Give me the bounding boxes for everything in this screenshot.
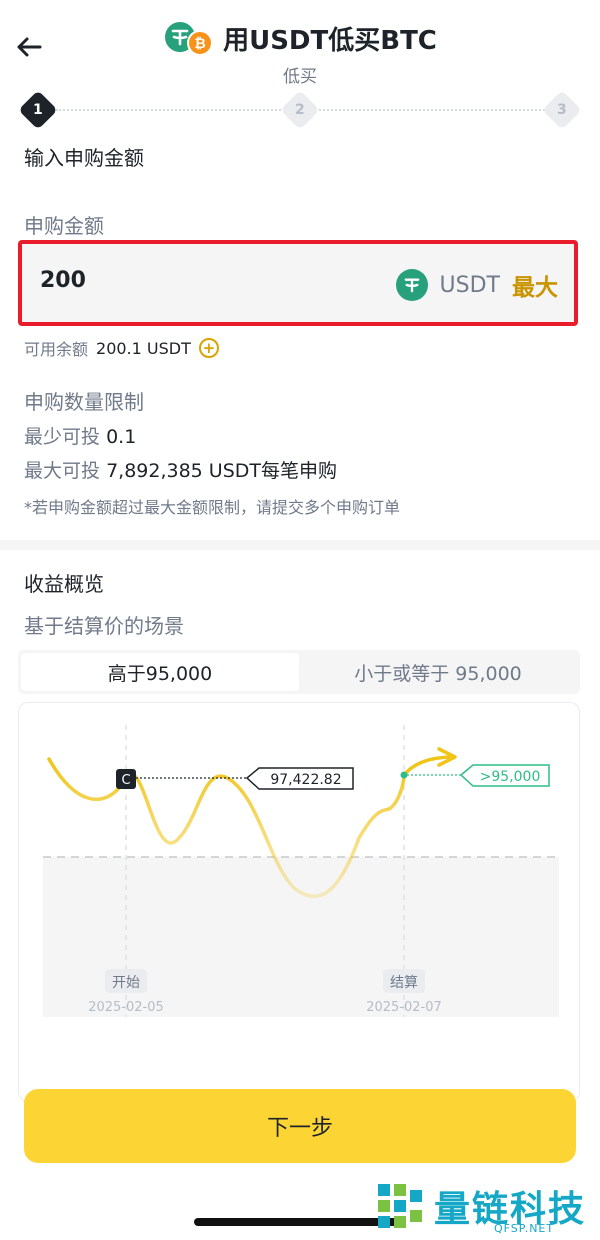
step-2: 2 bbox=[280, 90, 320, 130]
header: ₿ 用USDT低买BTC 低买 bbox=[0, 0, 600, 90]
amount-input[interactable] bbox=[40, 268, 260, 293]
usdt-icon bbox=[395, 269, 428, 301]
max-limit: 最大可投 7,892,385 USDT每笔申购 bbox=[24, 460, 338, 482]
watermark: 量链科技 QFSP.NET bbox=[374, 1180, 596, 1238]
yield-title: 收益概览 bbox=[24, 572, 104, 596]
page-subtitle: 低买 bbox=[283, 67, 317, 87]
add-funds-icon[interactable]: + bbox=[198, 338, 219, 358]
title-block: ₿ 用USDT低买BTC 低买 bbox=[0, 18, 600, 87]
current-marker-label: C bbox=[121, 773, 130, 788]
chart-svg: C 97,422.82 >95,000 开始 2025-02-05 结算 202… bbox=[43, 725, 559, 1017]
scenario-tabs: 高于95,000 小于或等于 95,000 bbox=[18, 650, 580, 694]
watermark-logo-icon bbox=[378, 1184, 422, 1228]
start-date: 2025-02-05 bbox=[88, 1000, 164, 1015]
tab-above[interactable]: 高于95,000 bbox=[21, 653, 299, 691]
section-divider bbox=[0, 540, 600, 550]
step-1: 1 bbox=[18, 90, 58, 130]
stepper: 1 2 3 bbox=[18, 90, 582, 130]
btc-coin-icon: ₿ bbox=[187, 30, 214, 56]
watermark-sub: QFSP.NET bbox=[494, 1222, 555, 1235]
amount-label: 申购金额 bbox=[24, 214, 104, 238]
target-callout-label: >95,000 bbox=[480, 769, 541, 785]
balance-row: 可用余额 200.1 USDT + bbox=[24, 336, 219, 360]
balance-label: 可用余额 bbox=[24, 340, 89, 359]
yield-subtitle: 基于结算价的场景 bbox=[24, 614, 184, 638]
projection-line bbox=[402, 755, 451, 777]
start-label: 开始 bbox=[112, 975, 140, 991]
coin-pair-icon: ₿ bbox=[163, 18, 215, 58]
input-section-title: 输入申购金额 bbox=[24, 146, 144, 170]
end-date: 2025-02-07 bbox=[366, 1000, 442, 1015]
step-3: 3 bbox=[542, 90, 582, 130]
max-button[interactable]: 最大 bbox=[512, 268, 558, 302]
balance-value: 200.1 USDT bbox=[96, 338, 191, 358]
currency-label: USDT bbox=[439, 272, 500, 298]
settle-dot bbox=[400, 771, 408, 779]
end-label: 结算 bbox=[390, 975, 418, 991]
limit-note: *若申购金额超过最大金额限制，请提交多个申购订单 bbox=[24, 498, 401, 517]
page-title: 用USDT低买BTC bbox=[223, 25, 437, 56]
next-button[interactable]: 下一步 bbox=[24, 1089, 576, 1163]
scenario-chart: C 97,422.82 >95,000 开始 2025-02-05 结算 202… bbox=[18, 702, 580, 1102]
amount-input-box[interactable]: USDT 最大 bbox=[18, 240, 578, 326]
tab-below-or-equal[interactable]: 小于或等于 95,000 bbox=[299, 653, 577, 691]
min-limit: 最少可投 0.1 bbox=[24, 426, 137, 448]
price-callout-label: 97,422.82 bbox=[270, 772, 341, 788]
limit-title: 申购数量限制 bbox=[24, 390, 144, 414]
